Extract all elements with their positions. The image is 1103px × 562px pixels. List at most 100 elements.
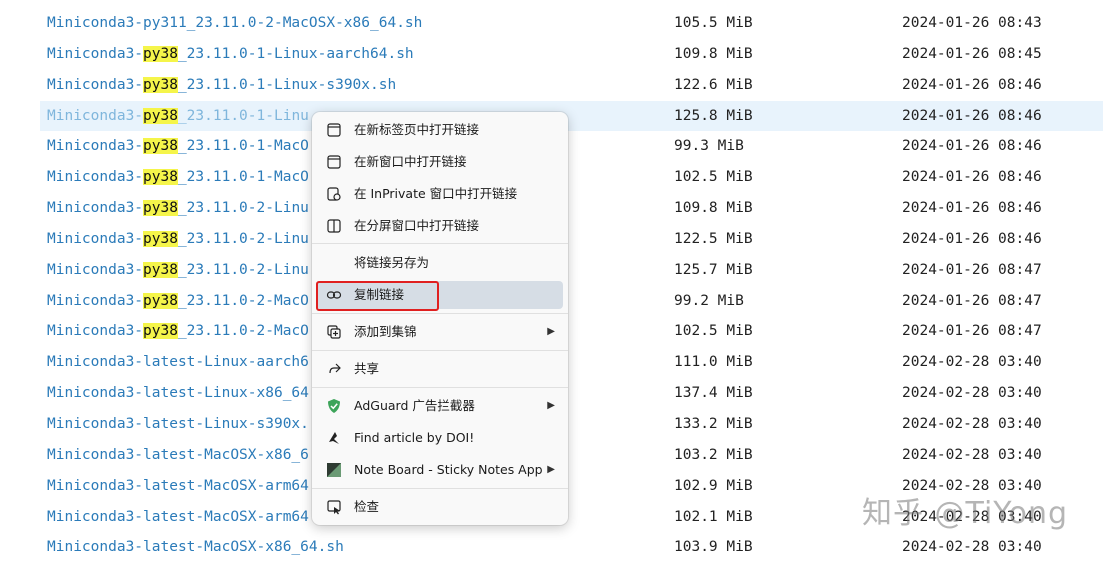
new-window-icon (326, 154, 342, 170)
file-link[interactable]: Miniconda3-py38_23.11.0-1-MacO (47, 162, 309, 192)
menu-separator (312, 313, 568, 314)
file-link[interactable]: Miniconda3-py38_23.11.0-1-Linux-aarch64.… (47, 39, 414, 69)
file-row: Miniconda3-py38_23.11.0-1-Linux-s390x.sh… (40, 70, 1103, 100)
file-date: 2024-01-26 08:46 (902, 138, 1042, 154)
file-size: 102.9 MiB (674, 478, 753, 494)
file-row: Miniconda3-py38_23.11.0-1-MacO 99.3 MiB … (40, 131, 1103, 161)
file-date: 2024-02-28 03:40 (902, 354, 1042, 370)
file-link[interactable]: Miniconda3-latest-MacOSX-arm64 (47, 502, 309, 532)
menu-adguard[interactable]: AdGuard 广告拦截器 ▶ (316, 392, 563, 420)
file-link[interactable]: Miniconda3-latest-Linux-s390x. (47, 409, 309, 439)
context-menu: 在新标签页中打开链接 在新窗口中打开链接 在 InPrivate 窗口中打开链接… (312, 112, 568, 525)
file-size: 109.8 MiB (674, 200, 753, 216)
menu-share[interactable]: 共享 (316, 355, 563, 383)
file-size: 103.9 MiB (674, 539, 753, 555)
submenu-arrow-icon: ▶ (547, 464, 555, 475)
watermark: 知乎 @TiYong (862, 496, 1069, 531)
file-row: Miniconda3-py38_23.11.0-1-MacO 102.5 MiB… (40, 162, 1103, 192)
file-link[interactable]: Miniconda3-latest-MacOSX-x86_6 (47, 440, 309, 470)
new-tab-icon (326, 122, 342, 138)
file-date: 2024-02-28 03:40 (902, 385, 1042, 401)
file-date: 2024-01-26 08:47 (902, 262, 1042, 278)
collections-icon (326, 324, 342, 340)
file-size: 105.5 MiB (674, 15, 753, 31)
adguard-shield-icon (326, 398, 342, 414)
file-row: Miniconda3-py311_23.11.0-2-MacOSX-x86_64… (40, 8, 1103, 38)
file-date: 2024-02-28 03:40 (902, 447, 1042, 463)
file-date: 2024-01-26 08:47 (902, 293, 1042, 309)
file-date: 2024-01-26 08:47 (902, 323, 1042, 339)
file-row: Miniconda3-py38_23.11.0-2-MacO 99.2 MiB … (40, 286, 1103, 316)
file-link[interactable]: Miniconda3-py38_23.11.0-1-Linu (47, 101, 309, 131)
file-size: 103.2 MiB (674, 447, 753, 463)
file-date: 2024-01-26 08:46 (902, 77, 1042, 93)
file-link[interactable]: Miniconda3-latest-Linux-aarch6 (47, 347, 309, 377)
inspect-icon (326, 499, 342, 515)
submenu-arrow-icon: ▶ (547, 326, 555, 337)
file-row: Miniconda3-latest-Linux-aarch6 111.0 MiB… (40, 347, 1103, 377)
file-row: Miniconda3-latest-Linux-x86_64 137.4 MiB… (40, 378, 1103, 408)
menu-open-new-tab[interactable]: 在新标签页中打开链接 (316, 116, 563, 144)
file-size: 109.8 MiB (674, 46, 753, 62)
file-link[interactable]: Miniconda3-py38_23.11.0-1-Linux-s390x.sh (47, 70, 396, 100)
file-size: 102.5 MiB (674, 169, 753, 185)
file-size: 102.5 MiB (674, 323, 753, 339)
file-link[interactable]: Miniconda3-latest-MacOSX-x86_64.sh (47, 532, 344, 562)
file-size: 122.6 MiB (674, 77, 753, 93)
submenu-arrow-icon: ▶ (547, 400, 555, 411)
file-date: 2024-01-26 08:46 (902, 231, 1042, 247)
file-date: 2024-01-26 08:43 (902, 15, 1042, 31)
file-date: 2024-02-28 03:40 (902, 539, 1042, 555)
file-size: 133.2 MiB (674, 416, 753, 432)
share-icon (326, 361, 342, 377)
file-size: 125.7 MiB (674, 262, 753, 278)
file-link[interactable]: Miniconda3-latest-Linux-x86_64 (47, 378, 309, 408)
menu-separator (312, 488, 568, 489)
menu-separator (312, 387, 568, 388)
menu-open-inprivate[interactable]: 在 InPrivate 窗口中打开链接 (316, 180, 563, 208)
menu-find-doi[interactable]: Find article by DOI! (316, 424, 563, 452)
menu-separator (312, 350, 568, 351)
file-row: Miniconda3-py38_23.11.0-2-Linu 122.5 MiB… (40, 224, 1103, 254)
menu-inspect[interactable]: 检查 (316, 493, 563, 521)
file-link[interactable]: Miniconda3-py38_23.11.0-1-MacO (47, 131, 309, 161)
menu-save-link-as[interactable]: 将链接另存为 (316, 249, 563, 277)
file-row: Miniconda3-py38_23.11.0-1-Linux-aarch64.… (40, 39, 1103, 69)
file-date: 2024-01-26 08:45 (902, 46, 1042, 62)
file-date: 2024-02-28 03:40 (902, 416, 1042, 432)
file-row: Miniconda3-latest-Linux-s390x. 133.2 MiB… (40, 409, 1103, 439)
file-row: Miniconda3-py38_23.11.0-2-Linu 109.8 MiB… (40, 193, 1103, 223)
file-link[interactable]: Miniconda3-latest-MacOSX-arm64 (47, 471, 309, 501)
file-size: 99.2 MiB (674, 293, 744, 309)
file-size: 125.8 MiB (674, 108, 753, 124)
file-size: 99.3 MiB (674, 138, 744, 154)
file-row-hovered: Miniconda3-py38_23.11.0-1-Linu 125.8 MiB… (40, 101, 1103, 131)
file-date: 2024-01-26 08:46 (902, 108, 1042, 124)
menu-note-board[interactable]: Note Board - Sticky Notes App ▶ (316, 456, 563, 484)
file-date: 2024-01-26 08:46 (902, 169, 1042, 185)
split-screen-icon (326, 218, 342, 234)
doi-bird-icon (326, 430, 342, 446)
file-size: 137.4 MiB (674, 385, 753, 401)
file-row: Miniconda3-latest-MacOSX-x86_64.sh 103.9… (40, 532, 1103, 562)
file-link[interactable]: Miniconda3-py38_23.11.0-2-Linu (47, 224, 309, 254)
file-row: Miniconda3-py38_23.11.0-2-MacO 102.5 MiB… (40, 316, 1103, 346)
menu-add-to-collections[interactable]: 添加到集锦 ▶ (316, 318, 563, 346)
file-link[interactable]: Miniconda3-py38_23.11.0-2-MacO (47, 286, 309, 316)
annotation-highlight-box (316, 281, 439, 311)
file-size: 102.1 MiB (674, 509, 753, 525)
menu-open-new-window[interactable]: 在新窗口中打开链接 (316, 148, 563, 176)
note-board-icon (326, 462, 342, 478)
file-date: 2024-01-26 08:46 (902, 200, 1042, 216)
file-size: 111.0 MiB (674, 354, 753, 370)
menu-separator (312, 243, 568, 244)
file-size: 122.5 MiB (674, 231, 753, 247)
file-link[interactable]: Miniconda3-py311_23.11.0-2-MacOSX-x86_64… (47, 8, 422, 38)
file-link[interactable]: Miniconda3-py38_23.11.0-2-MacO (47, 316, 309, 346)
inprivate-icon (326, 186, 342, 202)
file-row: Miniconda3-latest-MacOSX-x86_6 103.2 MiB… (40, 440, 1103, 470)
file-row: Miniconda3-py38_23.11.0-2-Linu 125.7 MiB… (40, 255, 1103, 285)
menu-open-split[interactable]: 在分屏窗口中打开链接 (316, 212, 563, 240)
file-link[interactable]: Miniconda3-py38_23.11.0-2-Linu (47, 255, 309, 285)
file-link[interactable]: Miniconda3-py38_23.11.0-2-Linu (47, 193, 309, 223)
